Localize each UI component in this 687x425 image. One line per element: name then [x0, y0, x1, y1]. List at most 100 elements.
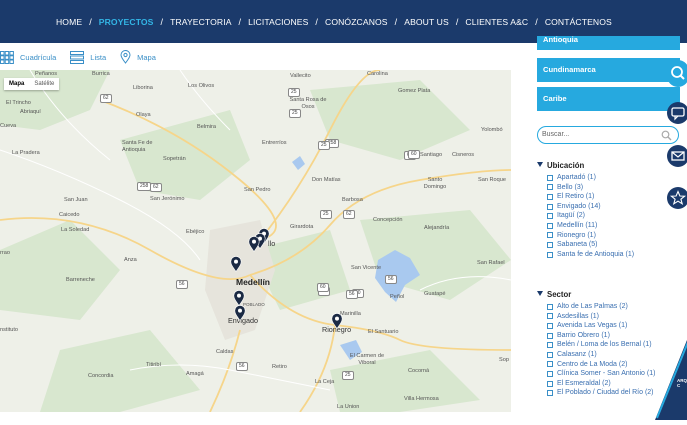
checkbox[interactable]: [547, 193, 553, 200]
map-label: Belmira: [197, 124, 216, 130]
map-label: La Ceja: [315, 379, 335, 385]
chat-icon: [671, 107, 685, 121]
map-pin-icon[interactable]: [234, 305, 246, 322]
nav-item-proyectos[interactable]: PROYECTOS: [99, 17, 154, 27]
checkbox[interactable]: [547, 184, 553, 191]
map-pin-icon[interactable]: [331, 313, 343, 330]
filter-option-label: Rionegro (1): [557, 231, 596, 239]
map-pin-icon[interactable]: [230, 256, 242, 273]
checkbox[interactable]: [547, 370, 553, 377]
filter-option[interactable]: Envigado (14): [547, 202, 634, 212]
map-label: Cisneros: [452, 152, 475, 158]
search-fab[interactable]: [667, 60, 687, 87]
map-label: nstituto: [0, 327, 19, 333]
map-label: El Carmen de Viboral: [349, 353, 385, 366]
filter-option[interactable]: El Poblado / Ciudad del Río (2): [547, 388, 655, 398]
checkbox[interactable]: [547, 332, 553, 339]
filter-title-sector[interactable]: Sector: [537, 290, 571, 299]
corner-badge-text: ARQ & C: [677, 378, 687, 388]
filter-option[interactable]: Centro de La Moda (2): [547, 360, 655, 370]
nav-item-about-us[interactable]: ABOUT US: [404, 17, 449, 27]
map-type-satellite[interactable]: Satélite: [29, 78, 59, 90]
search-icon: [671, 66, 685, 80]
filter-option[interactable]: Apartadó (1): [547, 173, 634, 183]
region-button-antioquia[interactable]: Antioquia: [537, 36, 680, 50]
checkbox[interactable]: [547, 232, 553, 239]
map-label-medellin: Medellín: [236, 277, 271, 287]
checkbox[interactable]: [547, 342, 553, 349]
checkbox[interactable]: [547, 213, 553, 220]
checkbox[interactable]: [547, 390, 553, 397]
checkbox[interactable]: [547, 203, 553, 210]
map-label: Caldas: [216, 349, 234, 355]
map-view-button[interactable]: Mapa: [120, 50, 156, 64]
checkbox[interactable]: [547, 222, 553, 229]
nav-item-trayectoria[interactable]: TRAYECTORIA: [170, 17, 231, 27]
checkbox[interactable]: [547, 351, 553, 358]
nav-menu: HOME / PROYECTOS / TRAYECTORIA / LICITACIONES /…: [56, 0, 612, 43]
road-shield: 25: [289, 109, 301, 118]
search-placeholder: Buscar...: [542, 131, 570, 138]
map-pin-icon: [120, 50, 131, 64]
corner-badge[interactable]: ARQ & C: [655, 340, 687, 420]
filter-option[interactable]: Bello (3): [547, 183, 634, 193]
nav-item-clientes-a-c[interactable]: CLIENTES A&C: [465, 17, 528, 27]
mail-icon: [671, 151, 685, 161]
nav-item-licitaciones[interactable]: LICITACIONES: [248, 17, 308, 27]
checkbox[interactable]: [547, 241, 553, 248]
filter-option[interactable]: Calasanz (1): [547, 350, 655, 360]
region-button-caribe[interactable]: Caribe: [537, 87, 680, 111]
mail-fab[interactable]: [667, 145, 687, 167]
map-pin-icon[interactable]: [233, 290, 245, 307]
checkbox[interactable]: [547, 303, 553, 310]
checkbox[interactable]: [547, 174, 553, 181]
filter-option[interactable]: Barrio Obrero (1): [547, 331, 655, 341]
region-button-cundinamarca[interactable]: Cundinamarca: [537, 58, 680, 82]
grid-view-button[interactable]: Cuadrícula: [0, 50, 56, 64]
checkbox[interactable]: [547, 313, 553, 320]
filter-option-label: Sabaneta (5): [557, 241, 598, 249]
checkbox[interactable]: [547, 361, 553, 368]
filter-option-label: Apartadó (1): [557, 174, 596, 181]
map-type-map[interactable]: Mapa: [4, 78, 29, 90]
filter-option[interactable]: Rionegro (1): [547, 231, 634, 241]
filter-option[interactable]: Belén / Loma de los Bernal (1): [547, 340, 655, 350]
view-toggle: Cuadrícula Lista Mapa: [0, 48, 170, 66]
filter-option[interactable]: El Esmeraldal (2): [547, 379, 655, 389]
project-map[interactable]: Mapa Satélite Peñanos Burrica Liborina L…: [0, 70, 511, 412]
nav-separator: /: [238, 16, 242, 27]
filter-option[interactable]: Alto de Las Palmas (2): [547, 302, 655, 312]
map-label: Amagá: [186, 371, 204, 377]
filter-option-label: Avenida Las Vegas (1): [557, 322, 628, 330]
map-label: Retiro: [272, 364, 287, 370]
filter-title-ubicacion[interactable]: Ubicación: [537, 161, 584, 170]
map-label: San Juan: [64, 197, 88, 203]
road-shield: 60: [317, 283, 329, 292]
nav-item-home[interactable]: HOME: [56, 17, 82, 27]
list-view-button[interactable]: Lista: [70, 50, 106, 64]
filter-option-label: Calasanz (1): [557, 350, 597, 358]
filter-option[interactable]: Clínica Somer - San Antonio (1): [547, 369, 655, 379]
nav-item-con-zcanos[interactable]: CONÓZCANOS: [325, 17, 388, 27]
star-fab[interactable]: [667, 187, 687, 209]
filter-option[interactable]: Santa fe de Antioquia (1): [547, 250, 634, 260]
checkbox[interactable]: [547, 380, 553, 387]
map-label: San Jerónimo: [150, 196, 185, 202]
map-label: Peñanos: [35, 71, 58, 77]
filter-option[interactable]: Medellín (11): [547, 221, 634, 231]
search-input[interactable]: Buscar...: [537, 126, 679, 144]
checkbox[interactable]: [547, 251, 553, 258]
map-pin-icon[interactable]: [248, 236, 260, 253]
filter-option[interactable]: Avenida Las Vegas (1): [547, 321, 655, 331]
map-label: Alejandría: [424, 225, 450, 231]
road-shield: 25: [320, 210, 332, 219]
filter-option[interactable]: El Retiro (1): [547, 192, 634, 202]
checkbox[interactable]: [547, 322, 553, 329]
filter-option-label: Centro de La Moda (2): [557, 360, 628, 368]
filter-option[interactable]: Sabaneta (5): [547, 240, 634, 250]
chat-fab[interactable]: [667, 102, 687, 124]
filter-option[interactable]: Asdesillas (1): [547, 312, 655, 322]
filter-option[interactable]: Itagüí (2): [547, 211, 634, 221]
nav-item-cont-ctenos[interactable]: CONTÁCTENOS: [545, 17, 612, 27]
filter-option-label: Barrio Obrero (1): [557, 331, 610, 339]
